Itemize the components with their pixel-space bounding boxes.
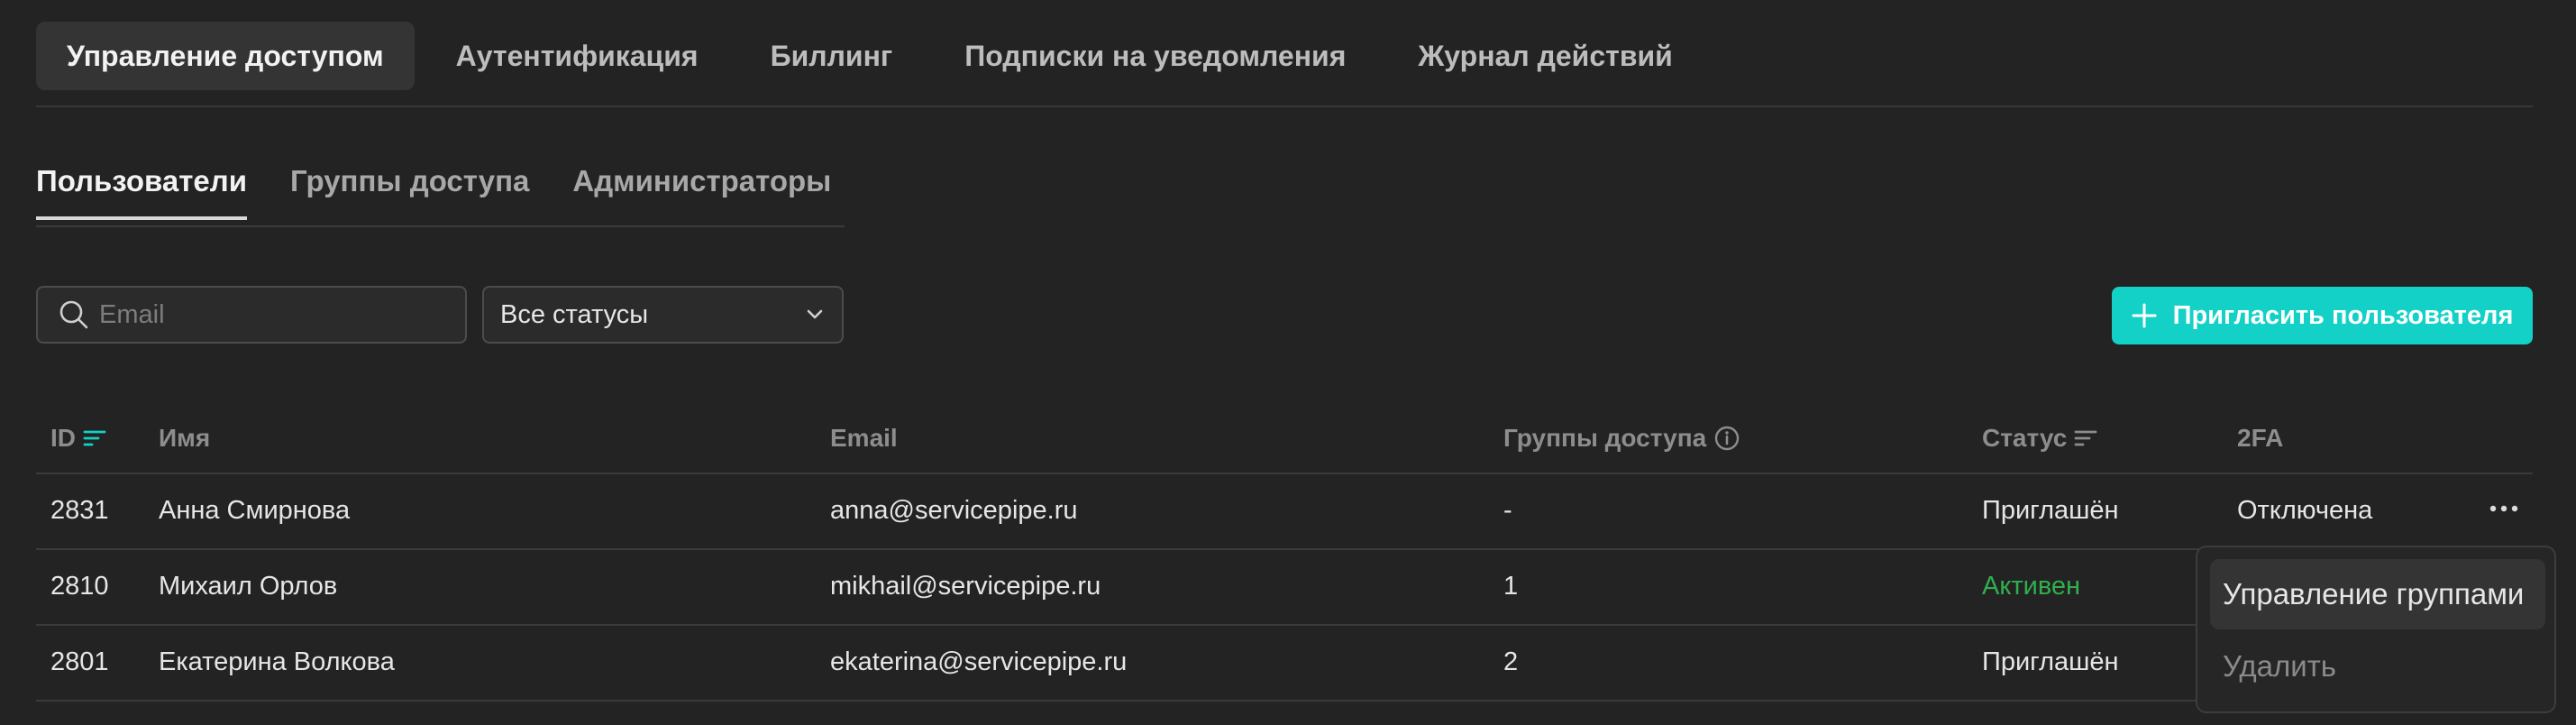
status-filter-select[interactable]: Все статусы	[482, 286, 844, 344]
tab-activity-log[interactable]: Журнал действий	[1387, 22, 1703, 90]
search-box	[36, 286, 467, 344]
table-row[interactable]: 2801 Екатерина Волкова ekaterina@service…	[36, 626, 2533, 702]
plus-icon	[2132, 303, 2157, 328]
column-2fa: 2FA	[2237, 424, 2284, 452]
column-groups-label: Группы доступа	[1503, 424, 1707, 452]
row-actions-menu: Управление группами Удалить	[2196, 546, 2556, 713]
cell-name: Анна Смирнова	[159, 496, 351, 525]
invite-user-label: Пригласить пользователя	[2172, 300, 2514, 330]
table-row[interactable]: 2831 Анна Смирнова anna@servicepipe.ru -…	[36, 474, 2533, 550]
cell-id: 2810	[50, 572, 109, 601]
invite-user-button[interactable]: Пригласить пользователя	[2112, 287, 2533, 344]
cell-email: mikhail@servicepipe.ru	[830, 572, 1101, 601]
info-icon[interactable]	[1713, 425, 1740, 452]
sort-icon[interactable]	[83, 428, 106, 448]
column-id-label: ID	[50, 424, 76, 452]
access-management-page: Управление доступом Аутентификация Билли…	[0, 0, 2576, 725]
more-horizontal-icon	[2489, 505, 2518, 512]
search-input[interactable]	[97, 298, 452, 331]
cell-groups: 2	[1503, 647, 1519, 676]
column-groups: Группы доступа	[1503, 424, 1740, 453]
cell-status: Приглашён	[1982, 647, 2119, 676]
table-row[interactable]: 2810 Михаил Орлов mikhail@servicepipe.ru…	[36, 550, 2533, 626]
table-header: ID Имя Email Группы доступа Статус 2FA	[36, 402, 2533, 474]
tab-users[interactable]: Пользователи	[36, 164, 248, 220]
tab-access-groups[interactable]: Группы доступа	[290, 164, 529, 218]
top-tabs: Управление доступом Аутентификация Билли…	[36, 22, 1714, 90]
cell-2fa: Отключена	[2237, 496, 2373, 525]
column-id[interactable]: ID	[50, 424, 106, 453]
status-filter-value: Все статусы	[500, 299, 649, 329]
search-icon	[59, 300, 88, 329]
column-status-label: Статус	[1982, 424, 2068, 452]
cell-groups: 1	[1503, 572, 1519, 601]
cell-email: anna@servicepipe.ru	[830, 496, 1078, 525]
sort-icon[interactable]	[2074, 428, 2097, 448]
chevron-down-icon	[807, 309, 823, 319]
cell-id: 2831	[50, 496, 109, 525]
tab-access-management[interactable]: Управление доступом	[36, 22, 415, 90]
top-tabs-divider	[36, 106, 2533, 107]
cell-id: 2801	[50, 647, 109, 676]
menu-item-manage-groups[interactable]: Управление группами	[2210, 559, 2545, 629]
row-actions-button[interactable]	[2482, 491, 2526, 527]
cell-email: ekaterina@servicepipe.ru	[830, 647, 1128, 676]
sub-tabs: Пользователи Группы доступа Администрато…	[36, 164, 874, 220]
cell-groups: -	[1503, 496, 1512, 525]
cell-status: Приглашён	[1982, 496, 2119, 525]
cell-status: Активен	[1982, 572, 2081, 601]
tab-authentication[interactable]: Аутентификация	[425, 22, 729, 90]
tab-administrators[interactable]: Администраторы	[572, 164, 831, 218]
users-table: ID Имя Email Группы доступа Статус 2FA 2…	[36, 402, 2533, 702]
column-email: Email	[830, 424, 898, 452]
column-status[interactable]: Статус	[1982, 424, 2097, 453]
column-name: Имя	[159, 424, 211, 452]
tab-notification-subscriptions[interactable]: Подписки на уведомления	[934, 22, 1376, 90]
menu-item-delete[interactable]: Удалить	[2210, 631, 2545, 702]
cell-name: Михаил Орлов	[159, 572, 338, 601]
tab-billing[interactable]: Биллинг	[740, 22, 924, 90]
sub-tabs-divider	[36, 225, 845, 227]
cell-name: Екатерина Волкова	[159, 647, 395, 676]
